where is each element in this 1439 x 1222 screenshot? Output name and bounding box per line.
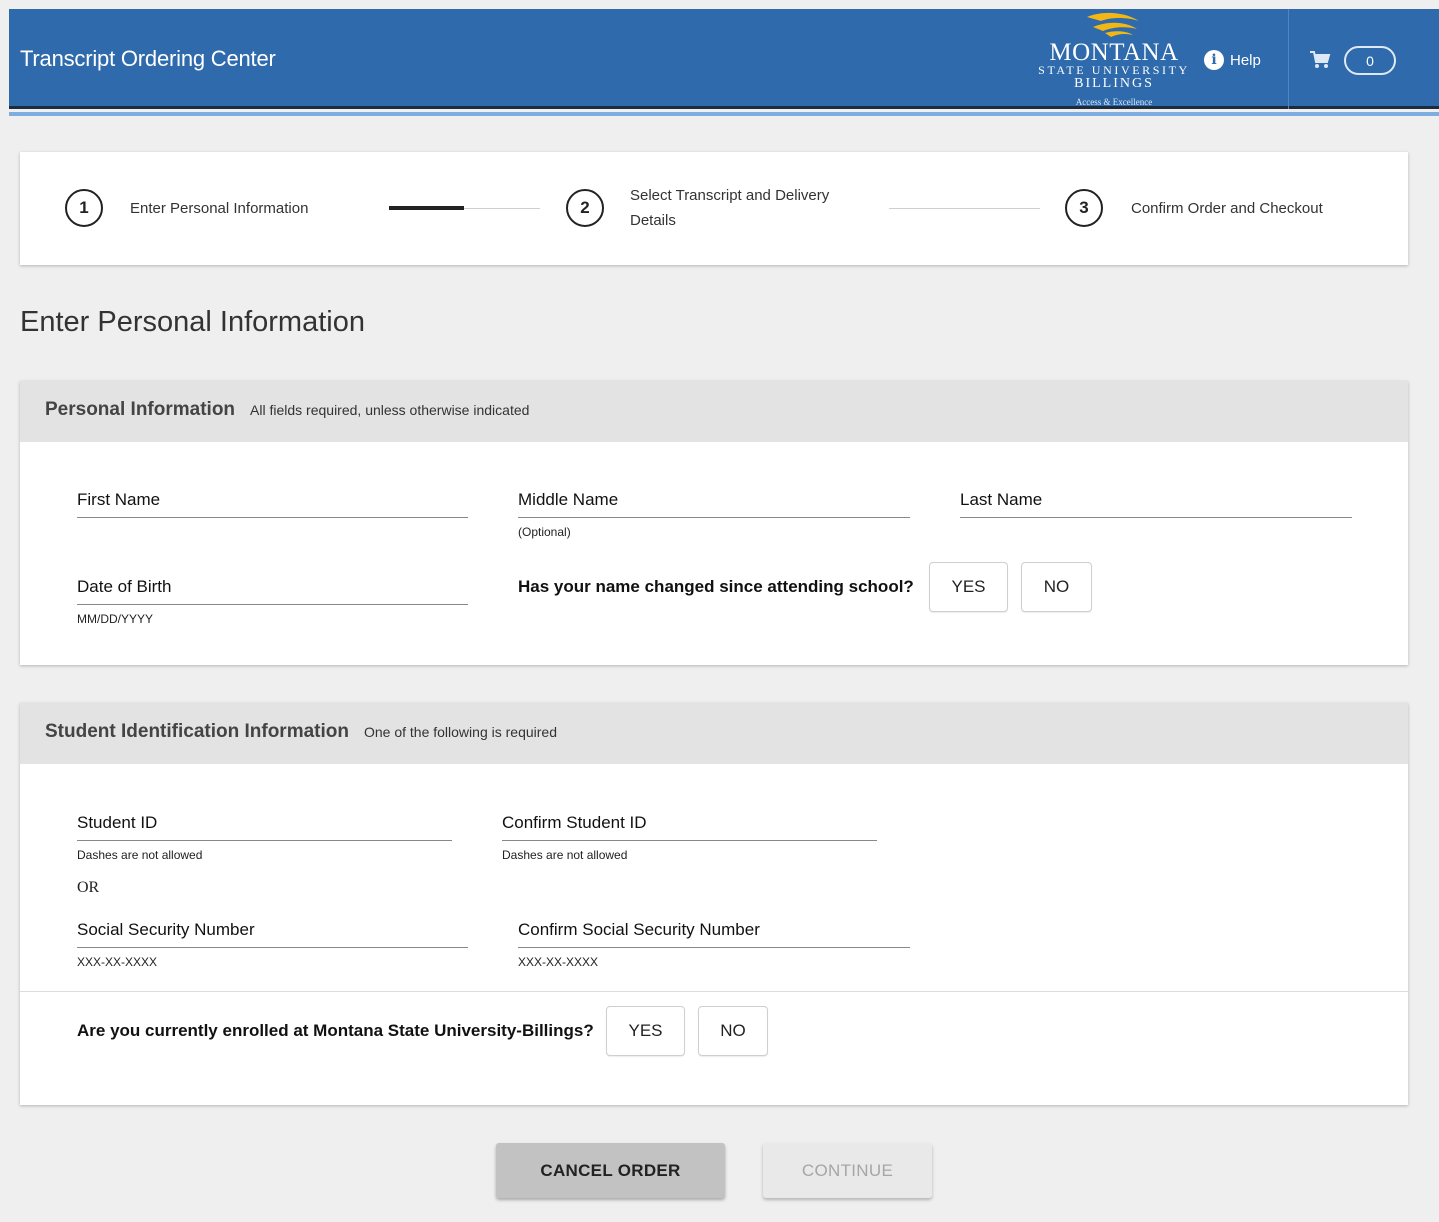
name-changed-question: Has your name changed since attending sc… (518, 577, 914, 596)
middle-name-underline (518, 517, 910, 518)
logo-line-3: BILLINGS (1074, 76, 1154, 91)
cancel-order-button[interactable]: CANCEL ORDER (496, 1143, 725, 1198)
ssn-underline (77, 947, 468, 948)
last-name-input[interactable] (960, 490, 1352, 516)
confirm-student-id-field[interactable]: Confirm Student ID Dashes are not allowe… (502, 813, 877, 862)
confirm-ssn-input[interactable] (518, 920, 910, 946)
step-2-number: 2 (566, 189, 604, 227)
personal-information-card: Personal Information All fields required… (20, 381, 1408, 665)
confirm-ssn-underline (518, 947, 910, 948)
step-connector-2 (889, 208, 1040, 209)
date-of-birth-input[interactable] (77, 577, 468, 603)
step-1-label: Enter Personal Information (130, 200, 309, 217)
middle-name-field[interactable]: Middle Name (Optional) (518, 490, 910, 539)
date-of-birth-hint: MM/DD/YYYY (77, 612, 154, 626)
date-of-birth-underline (77, 604, 468, 605)
help-link[interactable]: i Help (1204, 49, 1261, 71)
first-name-underline (77, 517, 468, 518)
ssn-input[interactable] (77, 920, 468, 946)
first-name-field[interactable]: First Name (77, 490, 468, 518)
confirm-student-id-underline (502, 840, 877, 841)
personal-information-header: Personal Information All fields required… (20, 381, 1408, 442)
continue-button[interactable]: CONTINUE (763, 1143, 932, 1198)
top-bar: Transcript Ordering Center MONTANA STATE… (9, 9, 1439, 109)
student-identification-card: Student Identification Information One o… (20, 703, 1408, 1105)
card-divider (20, 991, 1408, 992)
student-id-underline (77, 840, 452, 841)
mustang-swoosh-logo (1087, 12, 1139, 37)
ssn-hint: XXX-XX-XXXX (77, 955, 158, 969)
last-name-field[interactable]: Last Name (960, 490, 1352, 518)
student-identification-note: One of the following is required (363, 724, 557, 740)
enrolled-no-button[interactable]: NO (698, 1006, 768, 1056)
progress-stepper: 1 Enter Personal Information 2 Select Tr… (20, 152, 1408, 265)
confirm-ssn-field[interactable]: Confirm Social Security Number XXX-XX-XX… (518, 920, 910, 969)
logo-tagline: Access & Excellence (1075, 97, 1153, 107)
cart-count-badge[interactable]: 0 (1344, 46, 1396, 75)
step-2-label: Select Transcript and Delivery Details (630, 187, 830, 229)
personal-information-title: Personal Information (45, 399, 236, 420)
confirm-ssn-hint: XXX-XX-XXXX (518, 955, 599, 969)
student-id-field[interactable]: Student ID Dashes are not allowed (77, 813, 452, 862)
enrolled-yes-button[interactable]: YES (606, 1006, 685, 1056)
date-of-birth-field[interactable]: Date of Birth MM/DD/YYYY (77, 577, 468, 626)
step-connector-1 (464, 208, 540, 209)
personal-information-note: All fields required, unless otherwise in… (250, 402, 530, 418)
first-name-input[interactable] (77, 490, 468, 516)
last-name-underline (960, 517, 1352, 518)
or-separator: OR (77, 879, 100, 896)
shopping-cart-icon[interactable] (1309, 50, 1331, 70)
header-divider (1288, 9, 1289, 109)
student-identification-header: Student Identification Information One o… (20, 703, 1408, 764)
step-connector-progress (389, 206, 464, 210)
student-id-input[interactable] (77, 813, 452, 839)
step-1-number: 1 (65, 189, 103, 227)
top-bar-accent (9, 112, 1439, 116)
app-title: Transcript Ordering Center (20, 46, 276, 71)
help-label: Help (1230, 51, 1261, 69)
info-icon: i (1204, 50, 1224, 70)
university-logo[interactable]: MONTANA STATE UNIVERSITY BILLINGS Access… (1019, 9, 1209, 109)
ssn-field[interactable]: Social Security Number XXX-XX-XXXX (77, 920, 468, 969)
confirm-student-id-hint: Dashes are not allowed (502, 848, 628, 862)
name-changed-no-button[interactable]: NO (1021, 562, 1092, 612)
middle-name-input[interactable] (518, 490, 910, 516)
name-changed-yes-button[interactable]: YES (929, 562, 1008, 612)
step-3-number: 3 (1065, 189, 1103, 227)
enrolled-question: Are you currently enrolled at Montana St… (77, 1021, 594, 1040)
confirm-student-id-input[interactable] (502, 813, 877, 839)
page-title: Enter Personal Information (20, 306, 365, 338)
student-identification-title: Student Identification Information (45, 721, 349, 742)
middle-name-hint: (Optional) (518, 525, 571, 539)
student-id-hint: Dashes are not allowed (77, 848, 203, 862)
step-3-label: Confirm Order and Checkout (1131, 200, 1323, 217)
